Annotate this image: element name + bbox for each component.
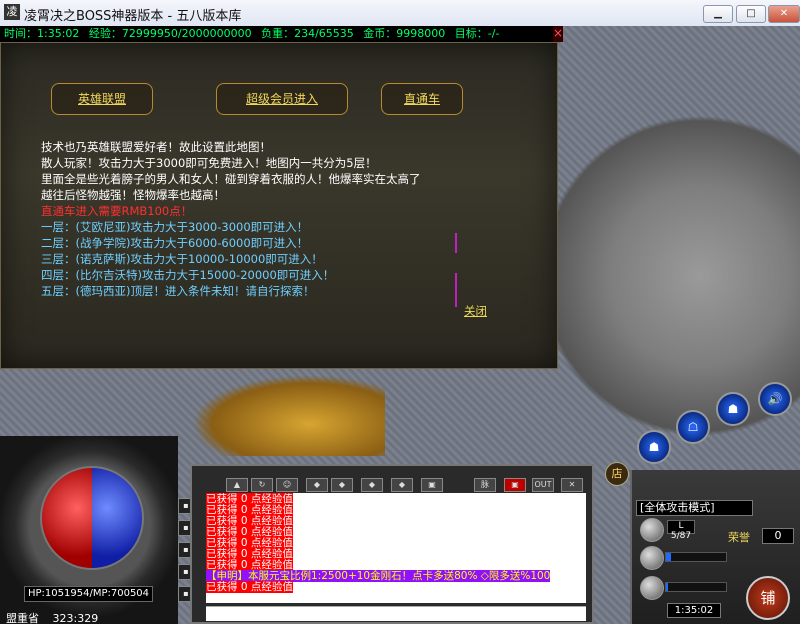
map-coords: 323:329 <box>52 612 99 624</box>
exp-bar <box>665 552 727 562</box>
direct-train-button[interactable]: 直通车 <box>381 83 463 115</box>
window-titlebar: 凌 凌霄决之BOSS神器版本 - 五八版本库 ▁ □ ✕ <box>0 0 800 27</box>
skill-round-button[interactable]: ☗ <box>716 392 750 426</box>
chat-input[interactable] <box>206 606 586 621</box>
npc-line: 三层：(诺克萨斯)攻击力大于10000-10000即可进入！ <box>41 252 323 266</box>
npc-line: 四层：(比尔吉沃特)攻击力大于15000-20000即可进入！ <box>41 268 335 282</box>
golden-dragon-statue <box>195 376 385 456</box>
attack-mode[interactable]: [全体攻击模式] <box>636 500 753 516</box>
hp-mp-orb <box>40 466 144 570</box>
npc-line: 里面全是些光着膀子的男人和女人！碰到穿着衣服的人！他爆率实在太高了 <box>41 172 421 186</box>
chat-tool-button[interactable]: ▣ <box>421 478 443 492</box>
hp-orb <box>42 468 92 568</box>
npc-line: 二层：(战争学院)攻击力大于6000-6000即可进入！ <box>41 236 309 250</box>
weight-sphere <box>640 576 664 600</box>
chat-tool-button[interactable]: ▣ <box>504 478 526 492</box>
chat-out-button[interactable]: OUT <box>532 478 554 492</box>
maximize-button[interactable]: □ <box>736 5 766 23</box>
chat-tool-button[interactable]: ↻ <box>251 478 273 492</box>
chat-tool-button[interactable]: ☺ <box>276 478 298 492</box>
scroll-marker <box>455 273 457 307</box>
chat-tool-button[interactable]: ◆ <box>306 478 328 492</box>
dialog-close-link[interactable]: 关闭 <box>464 303 487 319</box>
hp-mp-readout: HP:1051954/MP:700504 <box>24 586 153 602</box>
status-weight: 负重：234/65535 <box>261 27 354 40</box>
status-gold: 金币：9998000 <box>363 27 446 40</box>
chat-toolbar: ▲ ↻ ☺ ◆ ◆ ◆ ◆ ▣ 脉 ▣ OUT ✕ <box>206 478 586 492</box>
npc-line: 五层：(德玛西亚)顶层！进入条件未知！请自行探索！ <box>41 284 315 298</box>
npc-dialog: 英雄联盟 超级会员进入 直通车 技术也乃英雄联盟爱好者！故此设置此地图！ 散人玩家… <box>0 42 558 369</box>
skill-round-button[interactable]: ☖ <box>676 410 710 444</box>
dialog-close-x[interactable]: × <box>553 26 563 42</box>
shop-sign[interactable]: 店 <box>605 462 629 486</box>
npc-line: 越往后怪物越强！怪物爆率也越高！ <box>41 188 225 202</box>
map-name: 盟重省 <box>6 612 39 624</box>
npc-line: 直通车进入需要RMB100点！ <box>41 204 193 218</box>
npc-line: 一层：(艾欧尼亚)攻击力大于3000-3000即可进入！ <box>41 220 309 234</box>
vip-enter-button[interactable]: 超级会员进入 <box>216 83 348 115</box>
chat-line: 已获得 0 点经验值 <box>206 581 293 593</box>
game-clock: 1:35:02 <box>667 603 721 618</box>
shop-button[interactable]: 铺 <box>746 576 790 620</box>
exp-bar-fill <box>666 553 671 561</box>
scroll-marker <box>455 233 457 253</box>
mp-orb <box>92 468 142 568</box>
app-icon: 凌 <box>4 4 20 20</box>
chat-tool-button[interactable]: 脉 <box>474 478 496 492</box>
exp-sphere <box>640 546 664 570</box>
map-location: 盟重省 323:329 <box>6 610 108 624</box>
chat-tool-button[interactable]: ◆ <box>391 478 413 492</box>
honor-label: 荣誉 <box>728 531 750 544</box>
minimize-button[interactable]: ▁ <box>703 5 733 23</box>
game-viewport[interactable]: 时间：1:35:02 经验：72999950/2000000000 负重：234… <box>0 26 800 624</box>
status-exp: 经验：72999950/2000000000 <box>88 27 252 40</box>
chat-tool-button[interactable]: ◆ <box>331 478 353 492</box>
npc-text: 技术也乃英雄联盟爱好者！故此设置此地图！ 散人玩家！攻击力大于3000即可免费进入… <box>41 139 421 299</box>
lol-alliance-button[interactable]: 英雄联盟 <box>51 83 153 115</box>
chat-close-button[interactable]: ✕ <box>561 478 583 492</box>
level-sphere <box>640 518 664 542</box>
status-target: 目标：-/- <box>454 27 500 40</box>
close-button[interactable]: ✕ <box>768 5 800 23</box>
chat-tool-button[interactable]: ▲ <box>226 478 248 492</box>
chat-log: 已获得 0 点经验值 已获得 0 点经验值 已获得 0 点经验值 已获得 0 点经验值… <box>206 493 586 603</box>
npc-line: 散人玩家！攻击力大于3000即可免费进入！地图内一共分为5层！ <box>41 156 377 170</box>
honor-value: 0 <box>762 528 794 544</box>
weight-bar <box>665 582 727 592</box>
skill-round-button[interactable]: ☗ <box>637 430 671 464</box>
status-time: 时间：1:35:02 <box>4 27 80 40</box>
sound-round-button[interactable]: 🔊 <box>758 382 792 416</box>
status-line: 时间：1:35:02 经验：72999950/2000000000 负重：234… <box>0 26 560 42</box>
window-title: 凌霄决之BOSS神器版本 - 五八版本库 <box>24 9 242 24</box>
level-display: L 5/87 <box>667 520 695 541</box>
weight-bar-fill <box>666 583 668 591</box>
chat-tool-button[interactable]: ◆ <box>361 478 383 492</box>
npc-line: 技术也乃英雄联盟爱好者！故此设置此地图！ <box>41 140 271 154</box>
